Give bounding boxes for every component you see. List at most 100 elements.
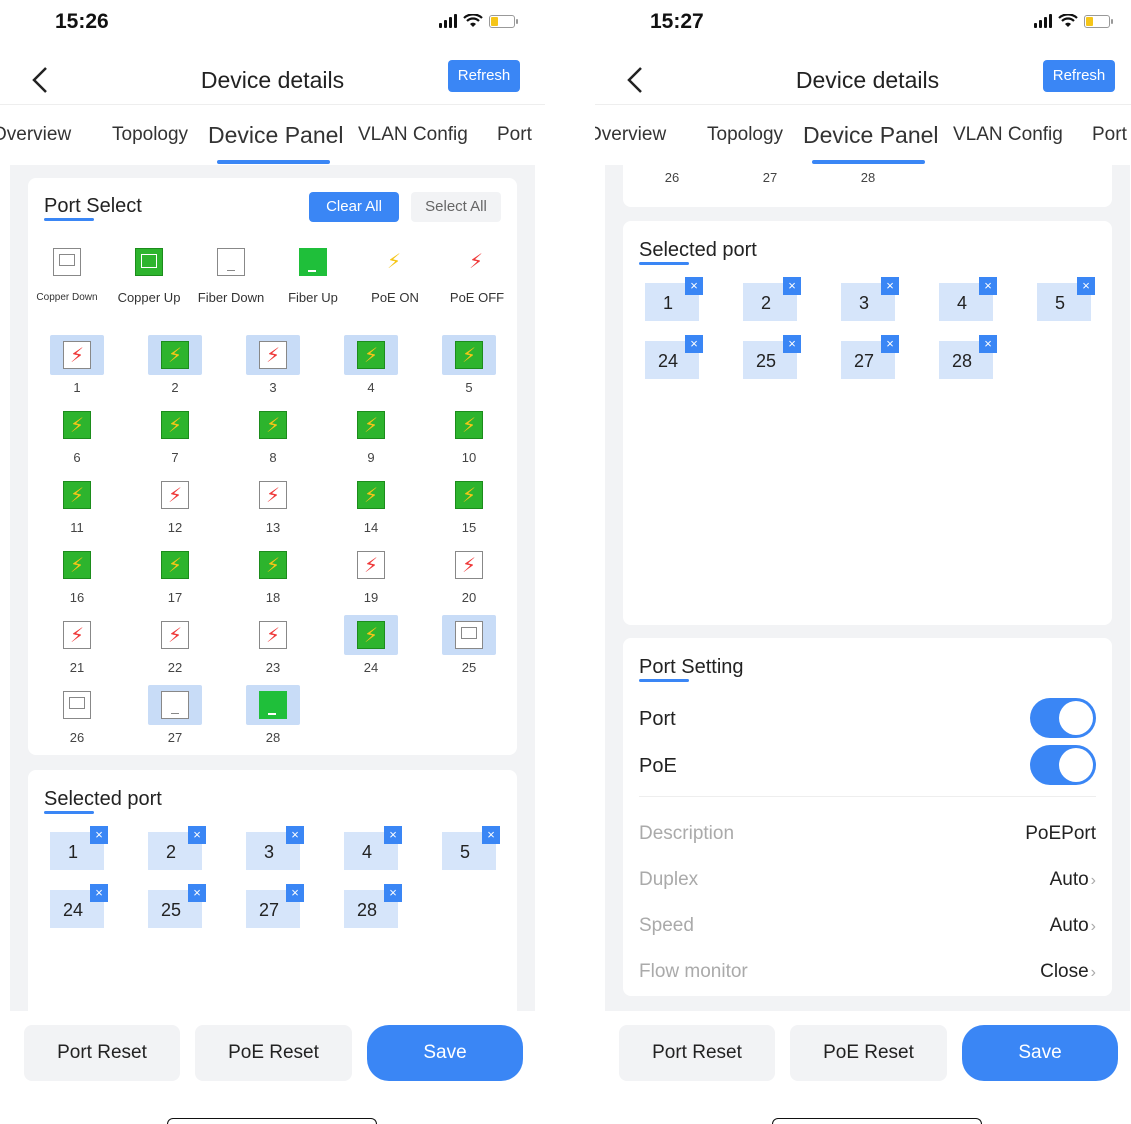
selected-port-chip[interactable]: 24 × bbox=[645, 335, 703, 379]
port-tile[interactable]: 28 bbox=[841, 165, 895, 211]
save-button[interactable]: Save bbox=[367, 1025, 523, 1081]
remove-icon[interactable]: × bbox=[482, 826, 500, 844]
port-tile[interactable]: ⚡ 5 bbox=[442, 335, 496, 401]
selected-port-chip[interactable]: 2 × bbox=[148, 826, 206, 870]
description-row[interactable]: Description PoEPort bbox=[639, 813, 1096, 857]
port-tile[interactable]: ⚡ 10 bbox=[442, 405, 496, 471]
selected-port-chip[interactable]: 3 × bbox=[841, 277, 899, 321]
port-tile[interactable]: 25 bbox=[442, 615, 496, 681]
port-tile[interactable]: ⚡ 7 bbox=[148, 405, 202, 471]
port-tile[interactable]: ⚡ 19 bbox=[344, 545, 398, 611]
selected-port-chip[interactable]: 4 × bbox=[344, 826, 402, 870]
tab-vlan-config[interactable]: VLAN Config bbox=[953, 124, 1063, 146]
selected-port-chip[interactable]: 5 × bbox=[442, 826, 500, 870]
poe-on-port-icon: ⚡ bbox=[161, 341, 189, 369]
remove-icon[interactable]: × bbox=[881, 277, 899, 295]
poe-reset-button[interactable]: PoE Reset bbox=[790, 1025, 947, 1081]
poe-on-port-icon: ⚡ bbox=[357, 621, 385, 649]
remove-icon[interactable]: × bbox=[384, 884, 402, 902]
tab-overview[interactable]: Overview bbox=[595, 124, 666, 146]
speed-row[interactable]: Speed Auto › bbox=[639, 905, 1096, 949]
port-toggle[interactable] bbox=[1030, 698, 1096, 738]
port-tile[interactable]: ⚡ 21 bbox=[50, 615, 104, 681]
refresh-button[interactable]: Refresh bbox=[1043, 60, 1115, 92]
port-tile[interactable]: ⚡ 4 bbox=[344, 335, 398, 401]
port-tile[interactable]: 27 bbox=[743, 165, 797, 211]
remove-icon[interactable]: × bbox=[881, 335, 899, 353]
port-tile[interactable]: ⚡ 20 bbox=[442, 545, 496, 611]
flow-monitor-row[interactable]: Flow monitor Close › bbox=[639, 951, 1096, 995]
port-tile[interactable]: 26 bbox=[645, 165, 699, 211]
remove-icon[interactable]: × bbox=[286, 884, 304, 902]
port-tile[interactable]: ⚡ 14 bbox=[344, 475, 398, 541]
poe-reset-button[interactable]: PoE Reset bbox=[195, 1025, 352, 1081]
select-all-button[interactable]: Select All bbox=[411, 192, 501, 222]
remove-icon[interactable]: × bbox=[188, 884, 206, 902]
tab-overview[interactable]: Overview bbox=[0, 124, 71, 146]
port-tile[interactable]: ⚡ 2 bbox=[148, 335, 202, 401]
remove-icon[interactable]: × bbox=[783, 277, 801, 295]
tab-device-panel[interactable]: Device Panel bbox=[803, 122, 939, 149]
nav-bar: Device details Refresh bbox=[0, 55, 545, 105]
tab-vlan-config[interactable]: VLAN Config bbox=[358, 124, 468, 146]
remove-icon[interactable]: × bbox=[90, 826, 108, 844]
remove-icon[interactable]: × bbox=[979, 277, 997, 295]
selected-port-chip[interactable]: 24 × bbox=[50, 884, 108, 928]
tab-port[interactable]: Port bbox=[497, 124, 532, 146]
port-tile[interactable]: ⚡ 3 bbox=[246, 335, 300, 401]
clear-all-button[interactable]: Clear All bbox=[309, 192, 399, 222]
port-reset-button[interactable]: Port Reset bbox=[619, 1025, 775, 1081]
selected-port-chip[interactable]: 28 × bbox=[344, 884, 402, 928]
selected-port-chip[interactable]: 25 × bbox=[743, 335, 801, 379]
selected-port-chip[interactable]: 27 × bbox=[841, 335, 899, 379]
poe-on-port-icon: ⚡ bbox=[161, 411, 189, 439]
tab-topology[interactable]: Topology bbox=[707, 124, 783, 146]
remove-icon[interactable]: × bbox=[188, 826, 206, 844]
port-tile[interactable]: ⚡ 24 bbox=[344, 615, 398, 681]
remove-icon[interactable]: × bbox=[685, 335, 703, 353]
remove-icon[interactable]: × bbox=[783, 335, 801, 353]
port-tile[interactable]: 27 bbox=[148, 685, 202, 751]
refresh-button[interactable]: Refresh bbox=[448, 60, 520, 92]
selected-port-chip[interactable]: 4 × bbox=[939, 277, 997, 321]
port-tile[interactable]: ⚡ 8 bbox=[246, 405, 300, 471]
remove-icon[interactable]: × bbox=[286, 826, 304, 844]
port-tile[interactable]: ⚡ 15 bbox=[442, 475, 496, 541]
poe-on-port-icon: ⚡ bbox=[357, 411, 385, 439]
save-button[interactable]: Save bbox=[962, 1025, 1118, 1081]
selected-port-chip[interactable]: 5 × bbox=[1037, 277, 1095, 321]
port-tile[interactable]: ⚡ 18 bbox=[246, 545, 300, 611]
port-tile[interactable]: ⚡ 16 bbox=[50, 545, 104, 611]
remove-icon[interactable]: × bbox=[90, 884, 108, 902]
port-tile[interactable]: 26 bbox=[50, 685, 104, 751]
selected-port-chip[interactable]: 25 × bbox=[148, 884, 206, 928]
port-tile[interactable]: 28 bbox=[246, 685, 300, 751]
selected-port-chip[interactable]: 2 × bbox=[743, 277, 801, 321]
status-time: 15:26 bbox=[55, 10, 109, 33]
tab-device-panel[interactable]: Device Panel bbox=[208, 122, 344, 149]
duplex-row[interactable]: Duplex Auto › bbox=[639, 859, 1096, 903]
port-tile[interactable]: ⚡ 23 bbox=[246, 615, 300, 681]
tab-topology[interactable]: Topology bbox=[112, 124, 188, 146]
remove-icon[interactable]: × bbox=[979, 335, 997, 353]
port-reset-button[interactable]: Port Reset bbox=[24, 1025, 180, 1081]
selected-port-chip[interactable]: 27 × bbox=[246, 884, 304, 928]
remove-icon[interactable]: × bbox=[685, 277, 703, 295]
port-tile[interactable]: ⚡ 11 bbox=[50, 475, 104, 541]
port-tile[interactable]: ⚡ 22 bbox=[148, 615, 202, 681]
poe-toggle[interactable] bbox=[1030, 745, 1096, 785]
selected-port-chip[interactable]: 1 × bbox=[645, 277, 703, 321]
port-tile[interactable]: ⚡ 17 bbox=[148, 545, 202, 611]
tab-port[interactable]: Port bbox=[1092, 124, 1127, 146]
port-tile[interactable]: ⚡ 1 bbox=[50, 335, 104, 401]
port-tile[interactable]: ⚡ 9 bbox=[344, 405, 398, 471]
selected-port-chip[interactable]: 1 × bbox=[50, 826, 108, 870]
remove-icon[interactable]: × bbox=[384, 826, 402, 844]
port-number: 22 bbox=[167, 660, 183, 675]
selected-port-chip[interactable]: 3 × bbox=[246, 826, 304, 870]
port-tile[interactable]: ⚡ 6 bbox=[50, 405, 104, 471]
selected-port-chip[interactable]: 28 × bbox=[939, 335, 997, 379]
port-tile[interactable]: ⚡ 13 bbox=[246, 475, 300, 541]
remove-icon[interactable]: × bbox=[1077, 277, 1095, 295]
port-tile[interactable]: ⚡ 12 bbox=[148, 475, 202, 541]
